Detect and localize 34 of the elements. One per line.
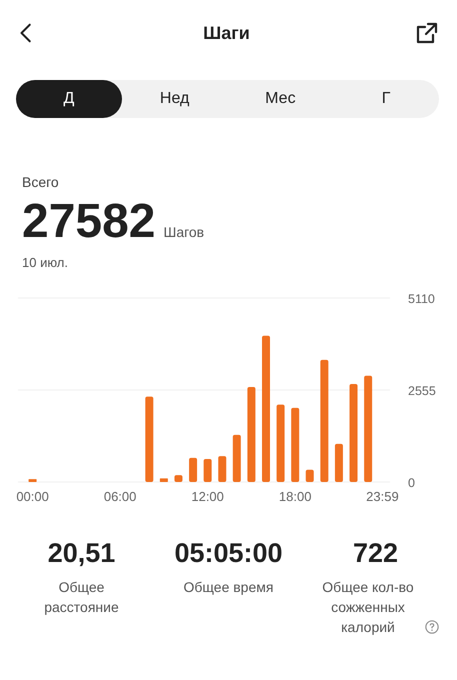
help-icon[interactable] bbox=[425, 620, 439, 634]
page-title: Шаги bbox=[203, 22, 250, 44]
stat-label: Общее расстояние bbox=[43, 578, 120, 617]
chart-bar bbox=[334, 444, 343, 482]
x-axis-label: 06:00 bbox=[104, 489, 136, 504]
y-axis-label: 5110 bbox=[408, 292, 435, 306]
stat-value: 05:05:00 bbox=[174, 538, 283, 569]
chart-bar bbox=[218, 456, 226, 482]
date-label: 10 июл. bbox=[22, 255, 69, 270]
total-label: Всего bbox=[22, 174, 60, 190]
stat-value: 20,51 bbox=[48, 538, 116, 569]
stat-label: Общее время bbox=[184, 578, 274, 597]
total-steps: 27582 bbox=[22, 194, 156, 249]
stat-value: 722 bbox=[352, 538, 398, 569]
steps-unit: Шагов bbox=[163, 224, 204, 240]
y-axis-label: 2555 bbox=[408, 384, 436, 398]
stat-label: Общее кол-во сожженных калорий bbox=[321, 578, 415, 637]
period-tab[interactable]: Нед bbox=[122, 80, 228, 118]
chart-bar bbox=[306, 470, 314, 482]
chart-bar bbox=[174, 475, 182, 482]
chart-bar bbox=[189, 458, 198, 482]
chart-bar bbox=[232, 434, 241, 482]
period-tab[interactable]: Г bbox=[333, 80, 439, 118]
chart-bar bbox=[160, 478, 168, 482]
share-icon[interactable] bbox=[414, 21, 439, 45]
chart-bar bbox=[28, 479, 37, 482]
y-axis-label: 0 bbox=[408, 476, 415, 490]
x-axis-label: 18:00 bbox=[278, 489, 312, 504]
x-axis-label: 23:59 bbox=[366, 489, 399, 504]
period-tab[interactable]: Мес bbox=[228, 80, 334, 118]
x-axis-label: 12:00 bbox=[191, 489, 224, 504]
x-axis-label: 00:00 bbox=[16, 489, 49, 504]
chart-bar bbox=[204, 458, 212, 482]
period-tab[interactable]: Д bbox=[16, 80, 122, 118]
